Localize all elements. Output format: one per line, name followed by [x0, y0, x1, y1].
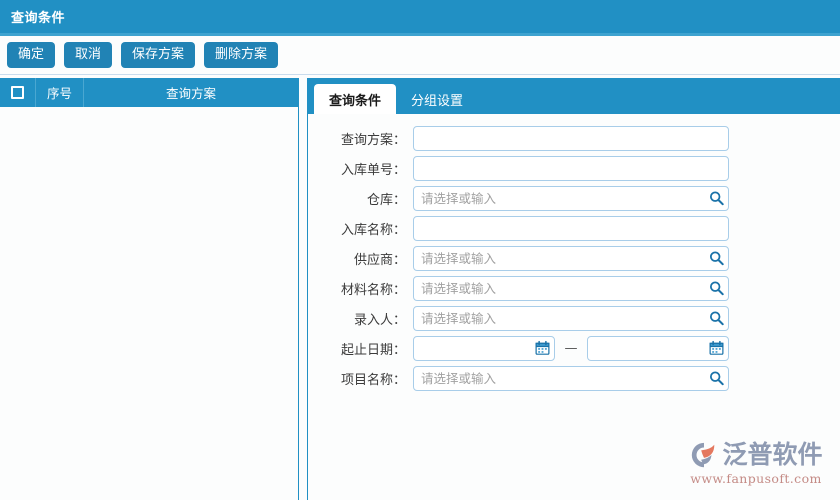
inbound-name-input[interactable] — [413, 215, 729, 241]
query-plan-panel: 序号 查询方案 — [0, 78, 298, 500]
field-project-name — [413, 365, 729, 391]
label-entered-by: 录入人： — [353, 312, 406, 328]
label-supplier: 供应商： — [353, 252, 406, 268]
tab-group-settings[interactable]: 分组设置 — [396, 84, 478, 114]
grid-header-seq: 序号 — [36, 78, 84, 107]
cancel-button[interactable]: 取消 — [64, 42, 113, 68]
condition-panel: 查询条件 分组设置 查询方案： 入库单号： 仓库： 请选择或输入 入库名称： 供… — [308, 78, 840, 500]
search-icon[interactable] — [709, 191, 724, 206]
search-icon[interactable] — [709, 311, 724, 326]
query-plan-input[interactable] — [413, 125, 729, 151]
calendar-icon[interactable] — [709, 340, 724, 356]
toolbar: 确定 取消 保存方案 删除方案 — [0, 36, 840, 74]
field-inbound-name — [413, 215, 729, 241]
grid-header-plan: 查询方案 — [165, 86, 216, 101]
grid-header-checkbox-cell[interactable] — [0, 78, 36, 107]
warehouse-input[interactable] — [413, 185, 729, 211]
form-row-inbound-name: 入库名称： — [308, 213, 840, 243]
form-row-query-plan: 查询方案： — [308, 123, 840, 153]
search-icon[interactable] — [709, 251, 724, 266]
field-date-range: — — [413, 335, 729, 361]
label-project-name: 项目名称： — [340, 372, 406, 388]
label-inbound-name: 入库名称： — [340, 222, 406, 238]
company-logo: 泛普软件 www.fanpusoft.com — [682, 440, 830, 492]
toolbar-divider — [0, 74, 840, 75]
date-end-input[interactable] — [587, 335, 729, 361]
supplier-input[interactable] — [413, 245, 729, 271]
tab-query-conditions[interactable]: 查询条件 — [314, 84, 397, 114]
inbound-number-input[interactable] — [413, 155, 729, 181]
logo-text: 泛普软件 — [722, 440, 823, 469]
search-icon[interactable] — [709, 281, 724, 296]
logo-url: www.fanpusoft.com — [690, 471, 822, 486]
page-title: 查询条件 — [11, 11, 66, 26]
field-entered-by — [413, 305, 729, 331]
project-name-input[interactable] — [413, 365, 729, 391]
window-title-bar: 查询条件 — [0, 0, 840, 33]
label-inbound-number: 入库单号： — [340, 162, 406, 178]
confirm-button[interactable]: 确定 — [7, 42, 56, 68]
panel-divider-left — [298, 78, 299, 500]
grid-body[interactable] — [0, 107, 298, 500]
form-row-supplier: 供应商： — [308, 243, 840, 273]
save-plan-button[interactable]: 保存方案 — [121, 42, 196, 68]
query-condition-form: 查询方案： 入库单号： 仓库： 入库名称： — [308, 114, 840, 393]
fanpu-logo-icon — [692, 442, 715, 468]
date-end-wrapper — [587, 335, 729, 361]
label-warehouse: 仓库： — [366, 192, 406, 208]
form-row-warehouse: 仓库： — [308, 183, 840, 213]
label-query-plan: 查询方案： — [340, 132, 406, 148]
form-row-entered-by: 录入人： — [308, 303, 840, 333]
delete-plan-button[interactable]: 删除方案 — [204, 42, 279, 68]
tab-bar: 查询条件 分组设置 — [308, 78, 840, 114]
date-start-input[interactable] — [413, 335, 555, 361]
field-supplier — [413, 245, 729, 271]
date-start-wrapper — [413, 335, 555, 361]
label-date-range: 起止日期： — [340, 342, 406, 358]
label-material-name: 材料名称： — [340, 282, 406, 298]
date-range-separator: — — [564, 340, 578, 356]
calendar-icon[interactable] — [535, 340, 550, 356]
form-row-project-name: 项目名称： — [308, 363, 840, 393]
form-row-inbound-number: 入库单号： — [308, 153, 840, 183]
material-name-input[interactable] — [413, 275, 729, 301]
logo-wordmark-row: 泛普软件 — [689, 440, 823, 470]
form-row-material-name: 材料名称： — [308, 273, 840, 303]
form-row-date-range: 起止日期： — — [308, 333, 840, 363]
search-icon[interactable] — [709, 371, 724, 386]
grid-header-row: 序号 查询方案 — [0, 78, 298, 107]
entered-by-input[interactable] — [413, 305, 729, 331]
select-all-checkbox[interactable] — [11, 86, 24, 99]
field-query-plan — [413, 125, 729, 151]
field-warehouse — [413, 185, 729, 211]
field-inbound-number — [413, 155, 729, 181]
field-material-name — [413, 275, 729, 301]
